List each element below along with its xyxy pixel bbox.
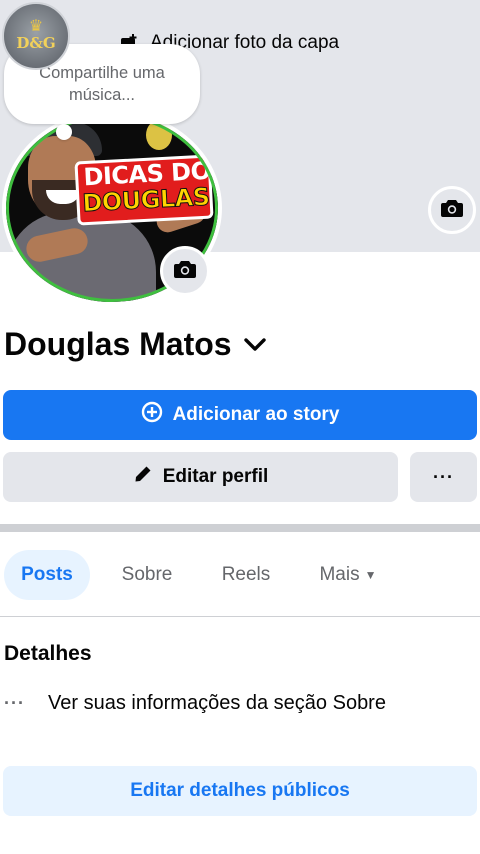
tab-about-label: Sobre [121,564,173,585]
see-about-info-row[interactable]: ··· Ver suas informações da seção Sobre [4,692,386,715]
crown-icon: ♛ [28,18,44,35]
app-badge-text: D&G [16,34,56,52]
edit-public-details-label: Editar detalhes públicos [130,780,350,801]
tab-about[interactable]: Sobre [104,550,190,600]
camera-icon [441,199,463,222]
camera-icon [174,260,196,283]
note-bubble-text: Compartilhe uma música... [39,64,165,104]
more-dots-icon: ··· [433,466,454,487]
tab-more-label: Mais [319,564,360,585]
tab-more[interactable]: Mais ▼ [300,550,396,600]
plus-circle-icon [141,401,163,429]
chevron-down-icon[interactable] [242,332,268,358]
edit-profile-button[interactable]: Editar perfil [3,452,398,502]
tabs-divider [0,616,480,617]
see-about-info-text: Ver suas informações da seção Sobre [48,692,386,714]
add-to-story-button[interactable]: Adicionar ao story [3,390,477,440]
tab-reels-label: Reels [221,564,271,585]
more-dots-icon: ··· [4,693,25,713]
more-options-button[interactable]: ··· [410,452,477,502]
profile-name[interactable]: Douglas Matos [4,326,268,363]
tab-posts[interactable]: Posts [4,550,90,600]
caret-down-icon: ▼ [364,568,377,582]
edit-profile-label: Editar perfil [162,466,269,487]
add-to-story-label: Adicionar ao story [172,404,340,425]
profile-picture-camera-button[interactable] [160,246,210,296]
note-bubble-tail [56,124,72,140]
section-divider [0,524,480,532]
details-heading: Detalhes [4,642,92,665]
tab-reels[interactable]: Reels [202,550,290,600]
pencil-icon [133,464,153,490]
app-badge-logo: ♛ D&G [2,2,70,70]
cover-camera-button[interactable] [428,186,476,234]
profile-tabs: Posts Sobre Reels Mais ▼ [0,546,480,604]
tab-posts-label: Posts [21,564,73,585]
profile-name-text: Douglas Matos [4,326,232,362]
edit-public-details-button[interactable]: Editar detalhes públicos [3,766,477,816]
